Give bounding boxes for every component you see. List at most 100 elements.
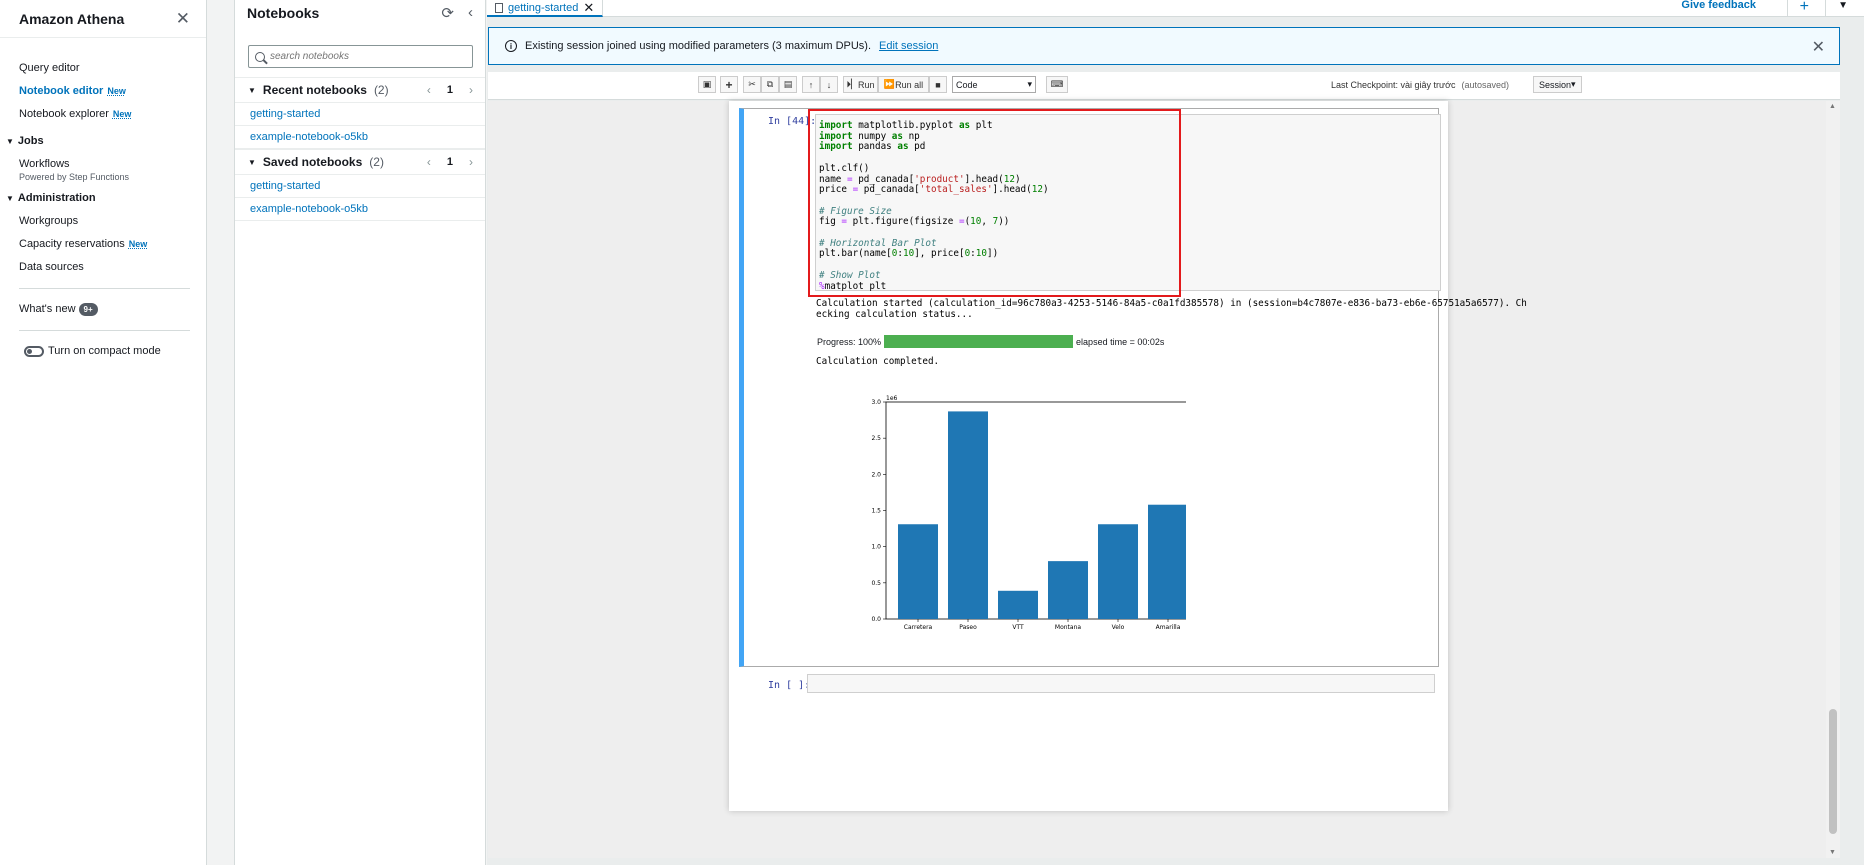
- add-tab-icon[interactable]: +: [1786, 0, 1809, 17]
- nav-item-notebook-explorer[interactable]: Notebook explorer New: [0, 103, 206, 126]
- tab-label: getting-started: [508, 1, 579, 14]
- elapsed-time: elapsed time = 00:02s: [1076, 336, 1165, 347]
- collapse-panel-icon[interactable]: ‹: [468, 4, 473, 22]
- cell-prompt: In [ ]:: [768, 680, 811, 691]
- y-scale-label: 1e6: [886, 395, 898, 402]
- bar: [1048, 561, 1088, 619]
- stop-icon[interactable]: ■: [929, 76, 947, 93]
- scroll-down-icon[interactable]: ▼: [1829, 849, 1836, 856]
- y-tick-label: 0.0: [871, 616, 881, 623]
- toggle-label: Turn on compact mode: [48, 345, 161, 357]
- chevron-down-icon[interactable]: ▼: [1825, 0, 1848, 17]
- previous-page-icon[interactable]: ‹: [427, 83, 431, 97]
- bar: [1148, 504, 1188, 619]
- tab-getting-started[interactable]: getting-started ✕: [487, 0, 604, 17]
- nav-item-data-sources[interactable]: Data sources: [0, 256, 206, 279]
- code-cell-empty[interactable]: In [ ]:: [739, 669, 1439, 697]
- nav-item-workgroups[interactable]: Workgroups: [0, 210, 206, 233]
- refresh-icon[interactable]: ⟳: [441, 4, 454, 22]
- recent-notebook-link[interactable]: example-notebook-o5kb: [235, 126, 485, 149]
- info-flash-banner: i Existing session joined using modified…: [488, 27, 1840, 65]
- toggle-switch-icon: [24, 345, 44, 357]
- nav-section-jobs[interactable]: ▼ Jobs: [0, 130, 206, 153]
- notebook-toolbar: ▣ + ✂ ⧉ ▤ ↑ ↓ ⏵▏ Run ⏩ Run all ■ Code ▾ ⌨ L…: [488, 72, 1840, 100]
- saved-notebook-link[interactable]: getting-started: [235, 175, 485, 198]
- vertical-scrollbar[interactable]: ▲ ▼: [1826, 101, 1840, 858]
- next-page-icon[interactable]: ›: [469, 155, 473, 169]
- recent-notebook-link[interactable]: getting-started: [235, 103, 485, 126]
- y-tick-label: 1.0: [871, 544, 881, 551]
- move-up-icon[interactable]: ↑: [802, 76, 820, 93]
- nav-item-label: Capacity reservations: [19, 238, 125, 250]
- info-icon: i: [505, 40, 517, 52]
- scrollbar-thumb[interactable]: [1829, 709, 1837, 834]
- insert-cell-icon[interactable]: +: [720, 76, 738, 93]
- run-button[interactable]: ⏵▏ Run: [843, 76, 878, 93]
- new-badge: New: [128, 239, 148, 249]
- code-cell-active[interactable]: In [44]: import matplotlib.pyplot as plt…: [739, 108, 1527, 667]
- save-icon[interactable]: ▣: [698, 76, 716, 93]
- nav-item-whats-new[interactable]: What's new 9+: [0, 298, 206, 321]
- notification-count-badge: 9+: [78, 302, 98, 316]
- y-tick-label: 2.5: [871, 435, 881, 442]
- notebook-canvas: In [44]: import matplotlib.pyplot as plt…: [488, 101, 1840, 858]
- section-count: (2): [373, 83, 389, 97]
- keyboard-icon[interactable]: ⌨: [1046, 76, 1068, 93]
- fast-forward-icon: ⏩: [883, 79, 896, 89]
- y-tick-label: 3.0: [871, 399, 881, 406]
- nav-item-notebook-editor[interactable]: Notebook editor New: [0, 80, 206, 103]
- saved-notebooks-header[interactable]: ▼ Saved notebooks (2) ‹ 1 ›: [235, 149, 485, 175]
- x-tick-label: Carretera: [904, 624, 933, 631]
- nav-item-label: What's new: [19, 303, 76, 315]
- page-number[interactable]: 1: [447, 156, 453, 168]
- give-feedback-link[interactable]: Give feedback: [1681, 0, 1756, 11]
- compact-mode-toggle[interactable]: Turn on compact mode: [0, 340, 206, 363]
- edit-session-link[interactable]: Edit session: [879, 40, 938, 52]
- checkpoint-status: Last Checkpoint: vài giây trước (autosave…: [1331, 80, 1509, 90]
- close-nav-icon[interactable]: ✕: [176, 9, 190, 29]
- session-label: Session: [1539, 79, 1572, 90]
- previous-page-icon[interactable]: ‹: [427, 155, 431, 169]
- side-navigation: Amazon Athena ✕ Query editor Notebook ed…: [0, 0, 207, 865]
- nav-section-administration[interactable]: ▼ Administration: [0, 187, 206, 210]
- section-count: (2): [369, 155, 384, 169]
- notebook-editor-main: getting-started ✕ Give feedback + ▼ i Ex…: [487, 0, 1864, 865]
- nav-title: Amazon Athena: [19, 10, 125, 27]
- document-icon: [495, 2, 503, 13]
- next-page-icon[interactable]: ›: [469, 83, 473, 97]
- x-tick-label: VTT: [1012, 624, 1024, 631]
- recent-notebooks-header[interactable]: ▼ Recent notebooks (2) ‹ 1 ›: [235, 77, 485, 103]
- paste-icon[interactable]: ▤: [779, 76, 797, 93]
- x-tick-label: Amarilla: [1156, 624, 1181, 631]
- nav-item-label: Query editor: [19, 62, 80, 74]
- nav-item-capacity-reservations[interactable]: Capacity reservations New: [0, 233, 206, 256]
- bar-chart: Carretera Paseo VTT Montana Velo Amarilla 0.0 0…: [846, 394, 1201, 637]
- copy-icon[interactable]: ⧉: [761, 76, 779, 93]
- search-notebooks-box[interactable]: [248, 45, 473, 68]
- session-menu-button[interactable]: Session ▾: [1533, 76, 1582, 93]
- chevron-down-icon: ▾: [1027, 79, 1032, 89]
- bar-chart-svg: Carretera Paseo VTT Montana Velo Amarilla 0.0 0…: [871, 395, 1201, 631]
- section-label: Saved notebooks: [262, 155, 363, 169]
- close-tab-icon[interactable]: ✕: [583, 0, 594, 16]
- cut-icon[interactable]: ✂: [743, 76, 761, 93]
- saved-notebook-link[interactable]: example-notebook-o5kb: [235, 198, 485, 221]
- search-notebooks-input[interactable]: [270, 51, 470, 62]
- new-badge: New: [107, 86, 126, 96]
- autosaved-text: (autosaved): [1461, 80, 1510, 90]
- nav-item-query-editor[interactable]: Query editor: [0, 57, 206, 80]
- page-number[interactable]: 1: [447, 84, 453, 96]
- nav-header: Amazon Athena ✕: [0, 0, 206, 38]
- cell-type-select[interactable]: Code ▾: [952, 76, 1036, 93]
- pagination: ‹ 1 ›: [427, 155, 473, 169]
- scroll-up-icon[interactable]: ▲: [1829, 103, 1836, 110]
- bar: [898, 524, 938, 619]
- step-icon: ⏵▏: [846, 79, 858, 89]
- pagination: ‹ 1 ›: [427, 83, 473, 97]
- search-icon: [255, 51, 265, 62]
- dismiss-banner-icon[interactable]: ✕: [1812, 37, 1825, 57]
- output-line: Calculation completed.: [816, 356, 940, 367]
- code-editor-empty[interactable]: [807, 674, 1435, 693]
- move-down-icon[interactable]: ↓: [820, 76, 838, 93]
- run-all-button[interactable]: ⏩ Run all: [878, 76, 929, 93]
